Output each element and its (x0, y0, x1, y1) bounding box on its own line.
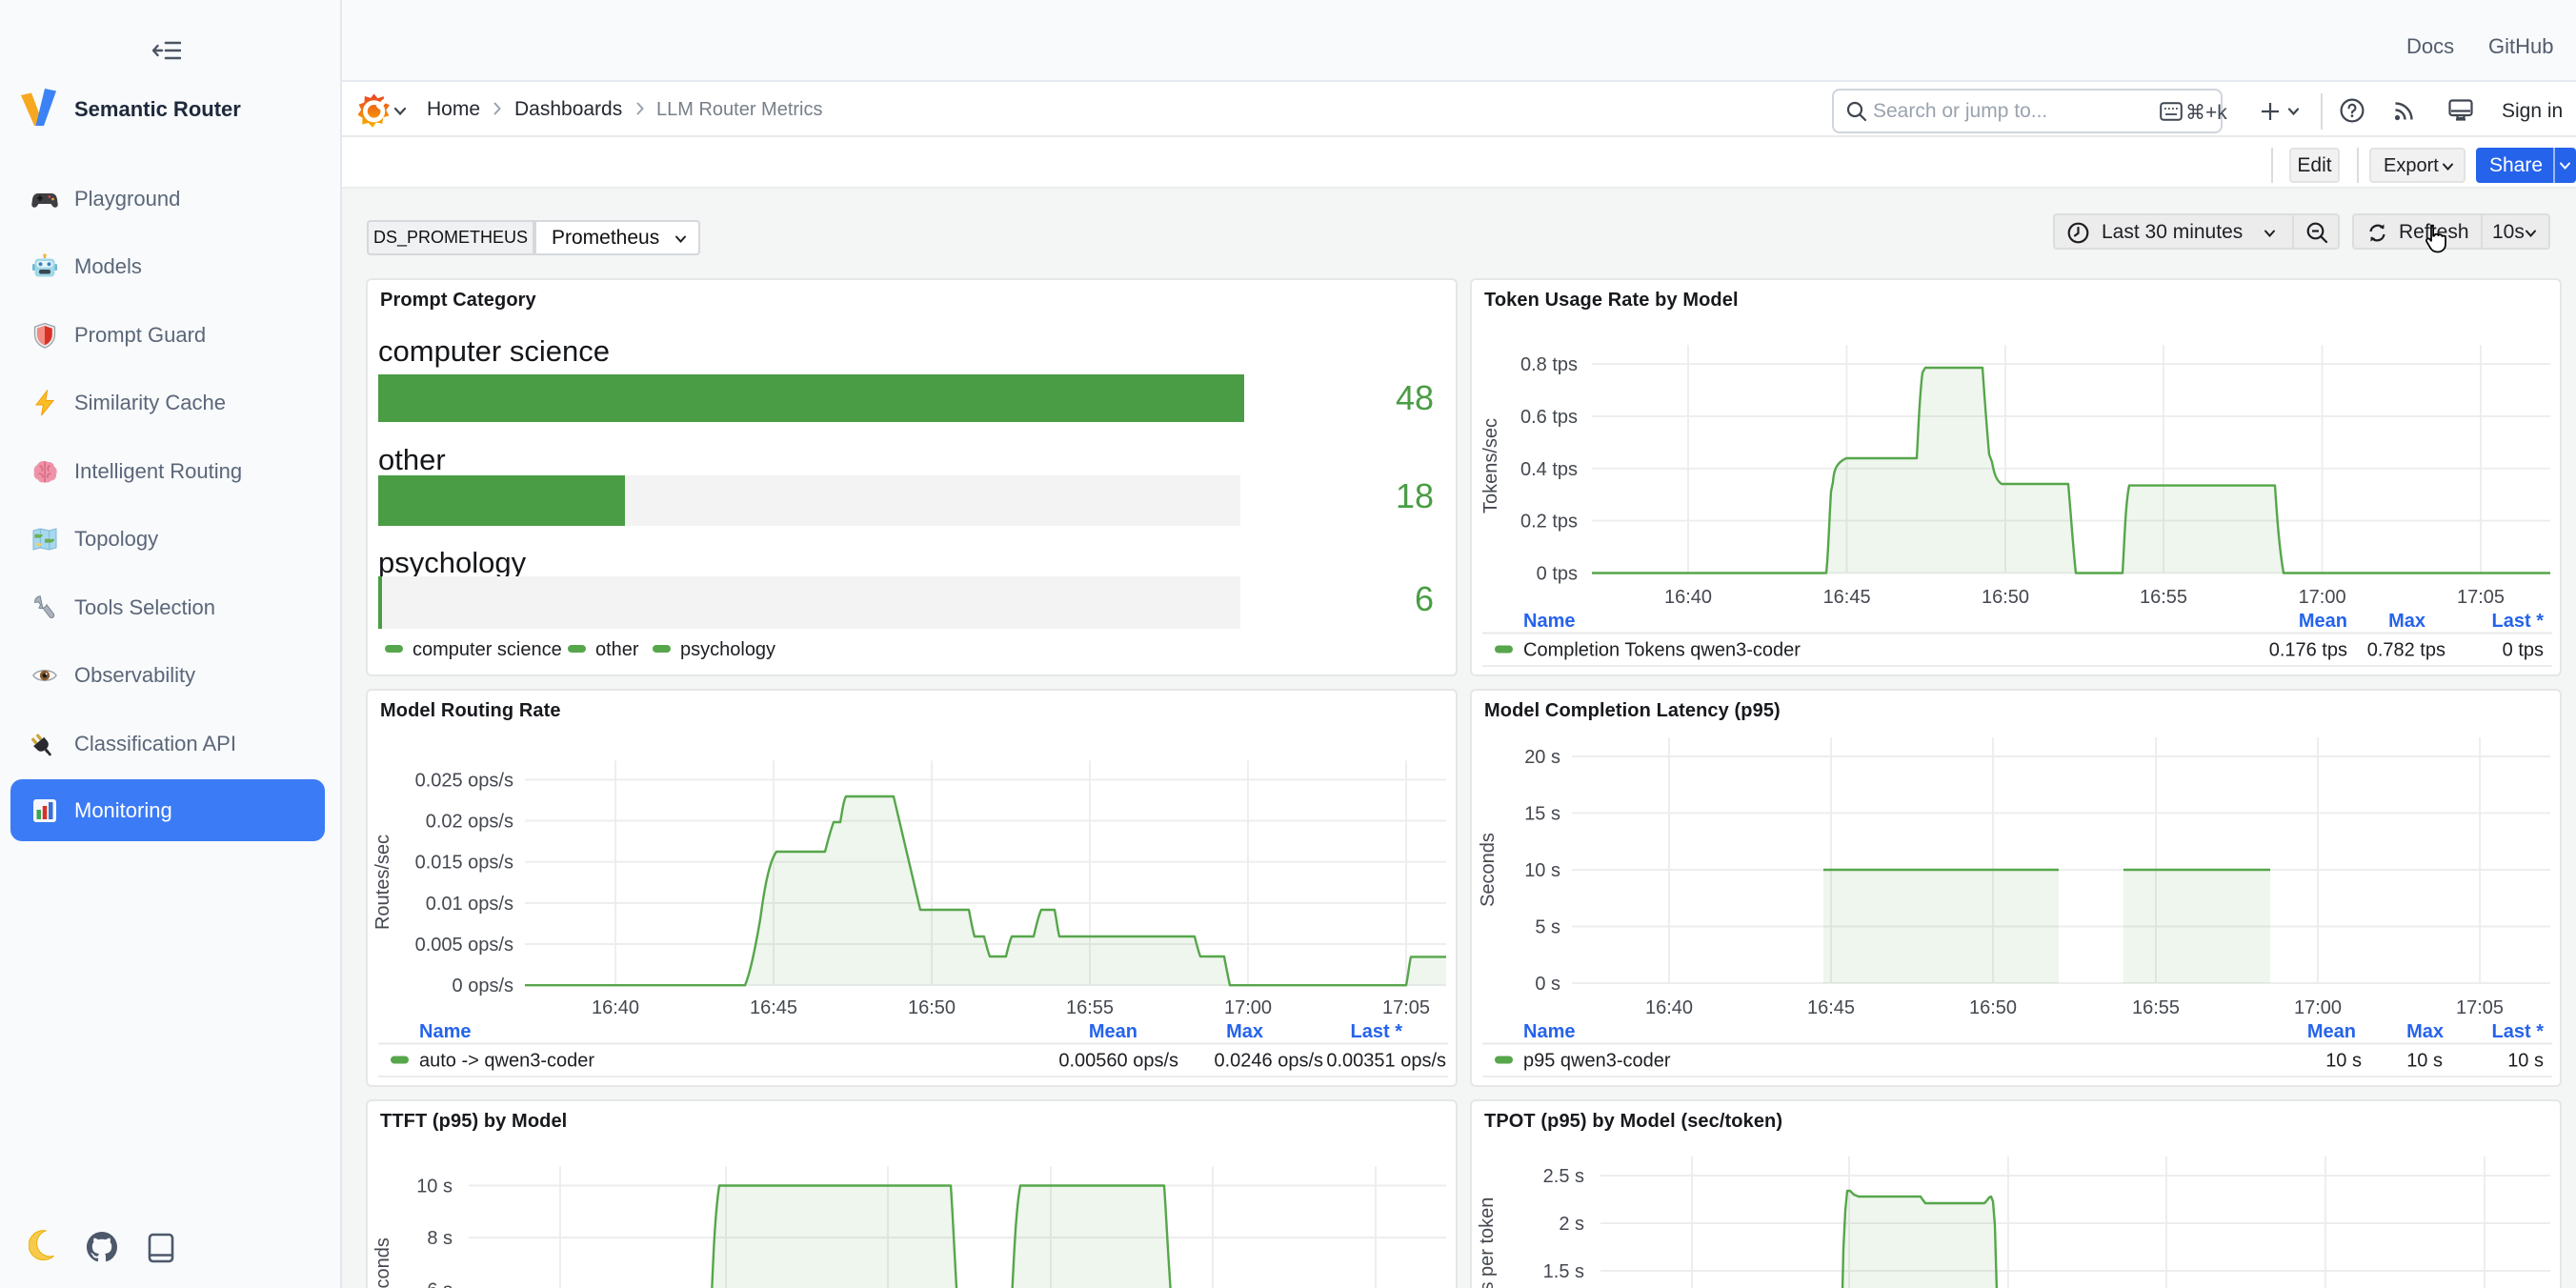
svg-text:16:40: 16:40 (1664, 587, 1712, 608)
svg-text:16:55: 16:55 (2132, 997, 2180, 1018)
svg-text:5 s: 5 s (1535, 917, 1560, 938)
svg-text:p95 qwen3-coder: p95 qwen3-coder (1523, 1051, 1671, 1072)
svg-text:0.025 ops/s: 0.025 ops/s (415, 770, 513, 791)
svg-text:0.8 tps: 0.8 tps (1520, 354, 1578, 375)
svg-text:0.015 ops/s: 0.015 ops/s (415, 853, 513, 874)
svg-text:2 s: 2 s (1559, 1214, 1584, 1235)
svg-text:Max: Max (2388, 611, 2425, 632)
svg-text:Routes/sec: Routes/sec (372, 835, 393, 930)
svg-text:Completion Tokens qwen3-coder: Completion Tokens qwen3-coder (1523, 640, 1801, 661)
svg-text:16:55: 16:55 (2140, 587, 2187, 608)
svg-text:Last *: Last * (2492, 1021, 2545, 1042)
svg-text:1.5 s: 1.5 s (1543, 1261, 1584, 1282)
svg-text:16:50: 16:50 (908, 997, 956, 1018)
svg-text:Name: Name (419, 1021, 471, 1042)
svg-text:Seconds per token: Seconds per token (1477, 1197, 1498, 1288)
svg-text:Last *: Last * (1351, 1021, 1403, 1042)
svg-text:Last *: Last * (2492, 611, 2545, 632)
svg-text:Name: Name (1523, 1021, 1575, 1042)
svg-text:17:05: 17:05 (1382, 997, 1430, 1018)
svg-text:Seconds: Seconds (1478, 833, 1499, 907)
svg-text:Mean: Mean (2307, 1021, 2356, 1042)
svg-text:15 s: 15 s (1524, 804, 1560, 825)
svg-text:0.782 tps: 0.782 tps (2367, 640, 2445, 661)
svg-text:10 s: 10 s (2507, 1051, 2544, 1072)
svg-text:10 s: 10 s (2325, 1051, 2362, 1072)
svg-text:16:50: 16:50 (1969, 997, 2017, 1018)
svg-text:0.2 tps: 0.2 tps (1520, 512, 1578, 533)
svg-text:16:40: 16:40 (1645, 997, 1693, 1018)
svg-text:0.176 tps: 0.176 tps (2269, 640, 2347, 661)
svg-text:auto -> qwen3-coder: auto -> qwen3-coder (419, 1051, 594, 1072)
svg-text:17:00: 17:00 (2299, 587, 2346, 608)
svg-text:Max: Max (2406, 1021, 2444, 1042)
svg-text:10 s: 10 s (416, 1177, 453, 1197)
svg-text:Mean: Mean (1089, 1021, 1137, 1042)
svg-text:17:05: 17:05 (2456, 997, 2504, 1018)
svg-text:10 s: 10 s (1524, 860, 1560, 881)
svg-text:0 ops/s: 0 ops/s (453, 976, 513, 996)
svg-text:16:55: 16:55 (1066, 997, 1114, 1018)
svg-text:Max: Max (1226, 1021, 1263, 1042)
svg-text:0.005 ops/s: 0.005 ops/s (415, 935, 513, 956)
svg-text:0.6 tps: 0.6 tps (1520, 407, 1578, 428)
svg-text:20 s: 20 s (1524, 747, 1560, 768)
svg-text:10 s: 10 s (2406, 1051, 2443, 1072)
svg-text:Tokens/sec: Tokens/sec (1480, 418, 1501, 513)
svg-text:17:00: 17:00 (1224, 997, 1272, 1018)
svg-text:Mean: Mean (2299, 611, 2347, 632)
svg-text:2.5 s: 2.5 s (1543, 1166, 1584, 1187)
svg-text:6 s: 6 s (427, 1280, 453, 1288)
svg-text:0.00351 ops/s: 0.00351 ops/s (1326, 1051, 1446, 1072)
svg-text:Seconds: Seconds (372, 1238, 393, 1288)
svg-text:16:40: 16:40 (592, 997, 639, 1018)
svg-text:17:05: 17:05 (2457, 587, 2505, 608)
svg-text:17:00: 17:00 (2294, 997, 2342, 1018)
svg-text:0.00560 ops/s: 0.00560 ops/s (1058, 1051, 1178, 1072)
svg-text:0.4 tps: 0.4 tps (1520, 459, 1578, 480)
svg-text:0.02 ops/s: 0.02 ops/s (426, 812, 513, 833)
svg-text:8 s: 8 s (427, 1228, 453, 1249)
svg-text:0 tps: 0 tps (1537, 564, 1578, 585)
svg-text:Name: Name (1523, 611, 1575, 632)
svg-text:16:45: 16:45 (1823, 587, 1871, 608)
svg-text:0.01 ops/s: 0.01 ops/s (426, 894, 513, 915)
svg-text:16:45: 16:45 (750, 997, 797, 1018)
svg-text:16:50: 16:50 (1982, 587, 2029, 608)
svg-text:0.0246 ops/s: 0.0246 ops/s (1214, 1051, 1323, 1072)
svg-text:0 tps: 0 tps (2503, 640, 2544, 661)
svg-text:0 s: 0 s (1535, 974, 1560, 995)
svg-text:16:45: 16:45 (1807, 997, 1855, 1018)
